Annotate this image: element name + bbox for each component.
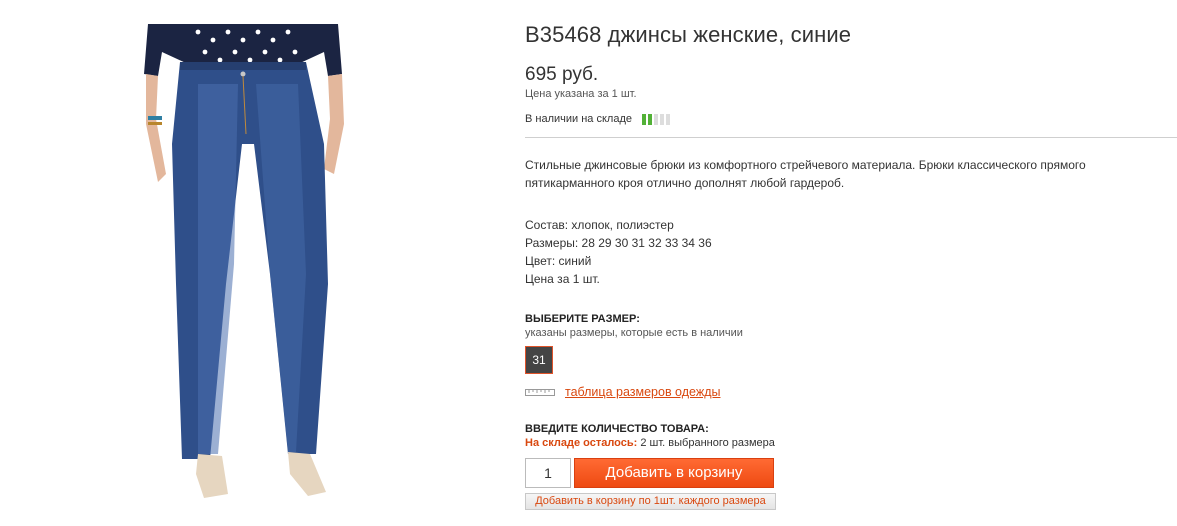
quantity-input[interactable]	[525, 458, 571, 488]
stock-bar	[647, 113, 652, 125]
product-properties: Состав: хлопок, полиэстер Размеры: 28 29…	[525, 216, 712, 288]
product-price: 695 руб.	[525, 64, 599, 85]
stock-left-info: На складе осталось: 2 шт. выбранного раз…	[525, 437, 775, 449]
stock-status: В наличии на складе	[525, 113, 670, 125]
stock-bar	[653, 113, 658, 125]
price-note: Цена указана за 1 шт.	[525, 88, 637, 100]
stock-bar	[665, 113, 670, 125]
product-title: B35468 джинсы женские, синие	[525, 22, 852, 47]
stock-bar	[659, 113, 664, 125]
stock-bar	[641, 113, 646, 125]
property-color: Цвет: синий	[525, 254, 592, 268]
product-description: Стильные джинсовые брюки из комфортного …	[525, 158, 1086, 190]
divider	[525, 137, 1177, 138]
property-sizes: Размеры: 28 29 30 31 32 33 34 36	[525, 236, 712, 250]
size-select-heading: ВЫБЕРИТЕ РАЗМЕР:	[525, 313, 640, 325]
size-chart-link[interactable]: таблица размеров одежды	[565, 385, 720, 399]
add-all-sizes-button[interactable]: Добавить в корзину по 1шт. каждого разме…	[525, 493, 776, 510]
size-select-note: указаны размеры, которые есть в наличии	[525, 327, 743, 339]
add-to-cart-button[interactable]: Добавить в корзину	[574, 458, 774, 488]
stock-level-indicator	[641, 113, 670, 125]
size-option-button[interactable]: 31	[525, 346, 553, 374]
stock-left-text: 2 шт. выбранного размера	[640, 437, 775, 449]
stock-left-label: На складе осталось:	[525, 437, 638, 449]
property-price-per: Цена за 1 шт.	[525, 272, 600, 286]
product-photo	[144, 24, 344, 498]
quantity-heading: ВВЕДИТЕ КОЛИЧЕСТВО ТОВАРА:	[525, 423, 709, 435]
ruler-icon	[525, 389, 555, 396]
property-composition: Состав: хлопок, полиэстер	[525, 218, 674, 232]
stock-label: В наличии на складе	[525, 113, 632, 125]
